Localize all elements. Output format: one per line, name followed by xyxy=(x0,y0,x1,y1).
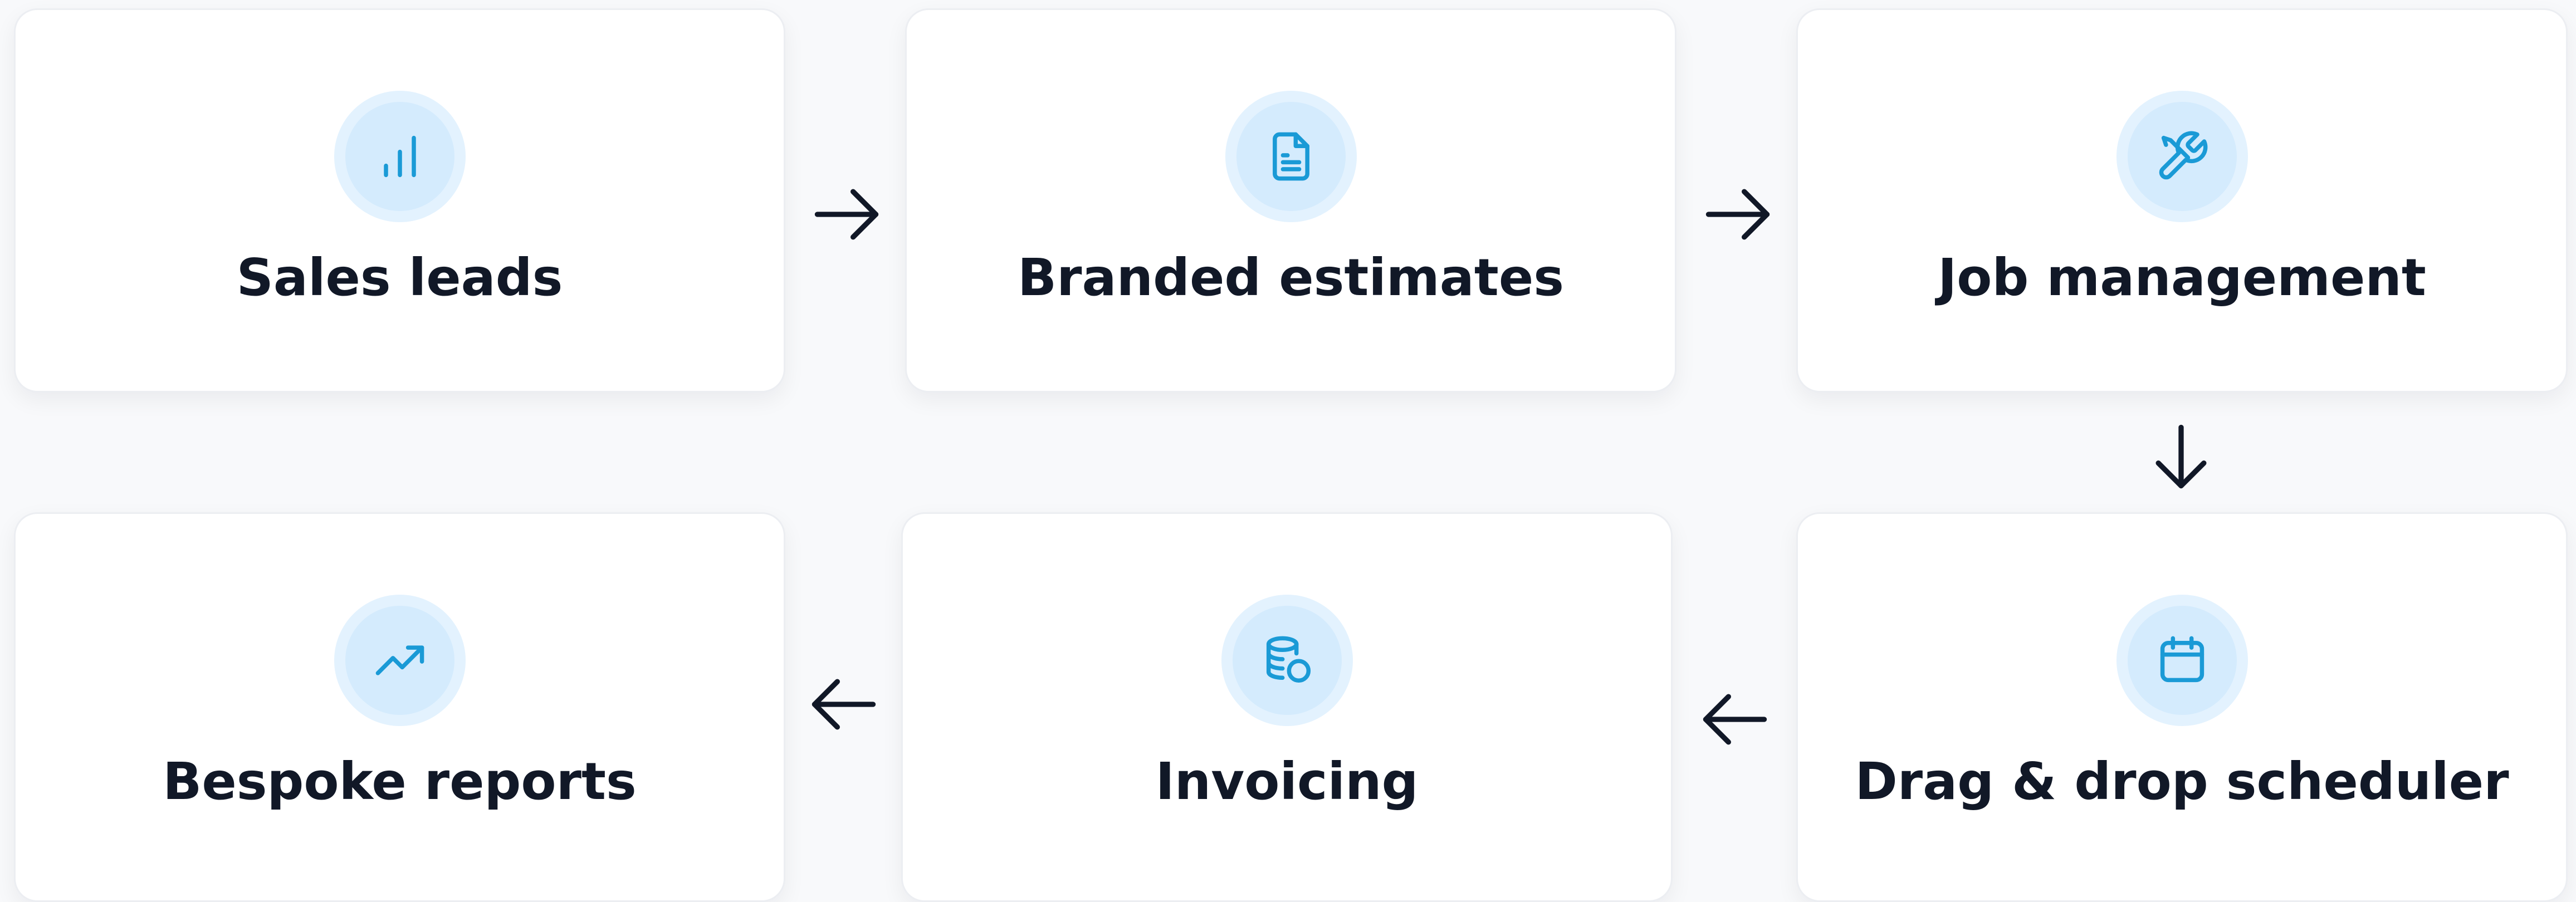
step-label: Drag & drop scheduler xyxy=(1855,752,2509,811)
document-icon xyxy=(1272,132,1309,181)
step-card-drag-drop-scheduler: Drag & drop scheduler xyxy=(1796,512,2568,902)
step-card-invoicing: Invoicing xyxy=(901,512,1673,902)
step-label: Bespoke reports xyxy=(163,752,637,811)
step-card-bespoke-reports: Bespoke reports xyxy=(14,512,785,902)
step-card-job-management: Job management xyxy=(1796,8,2568,393)
trending-up-icon xyxy=(375,645,424,675)
step-card-branded-estimates: Branded estimates xyxy=(905,8,1676,393)
icon-badge xyxy=(334,595,466,726)
bar-chart-icon xyxy=(383,135,416,178)
step-label: Invoicing xyxy=(1155,752,1419,811)
icon-badge xyxy=(2116,91,2248,222)
icon-badge xyxy=(1225,91,1357,222)
step-label: Branded estimates xyxy=(1018,248,1564,307)
arrow-down-icon xyxy=(2155,424,2207,489)
coins-icon xyxy=(1266,636,1311,683)
arrow-right-icon xyxy=(814,189,879,240)
step-card-sales-leads: Sales leads xyxy=(14,8,785,393)
wrench-screwdriver-icon xyxy=(2159,131,2207,180)
step-label: Sales leads xyxy=(236,248,563,307)
step-label: Job management xyxy=(1938,248,2426,307)
icon-badge xyxy=(2116,595,2248,726)
calendar-icon xyxy=(2160,636,2204,683)
icon-badge xyxy=(1221,595,1353,726)
arrow-right-icon xyxy=(1705,189,1770,240)
icon-badge xyxy=(334,91,466,222)
arrow-left-icon xyxy=(1703,694,1767,745)
arrow-left-icon xyxy=(812,679,876,730)
